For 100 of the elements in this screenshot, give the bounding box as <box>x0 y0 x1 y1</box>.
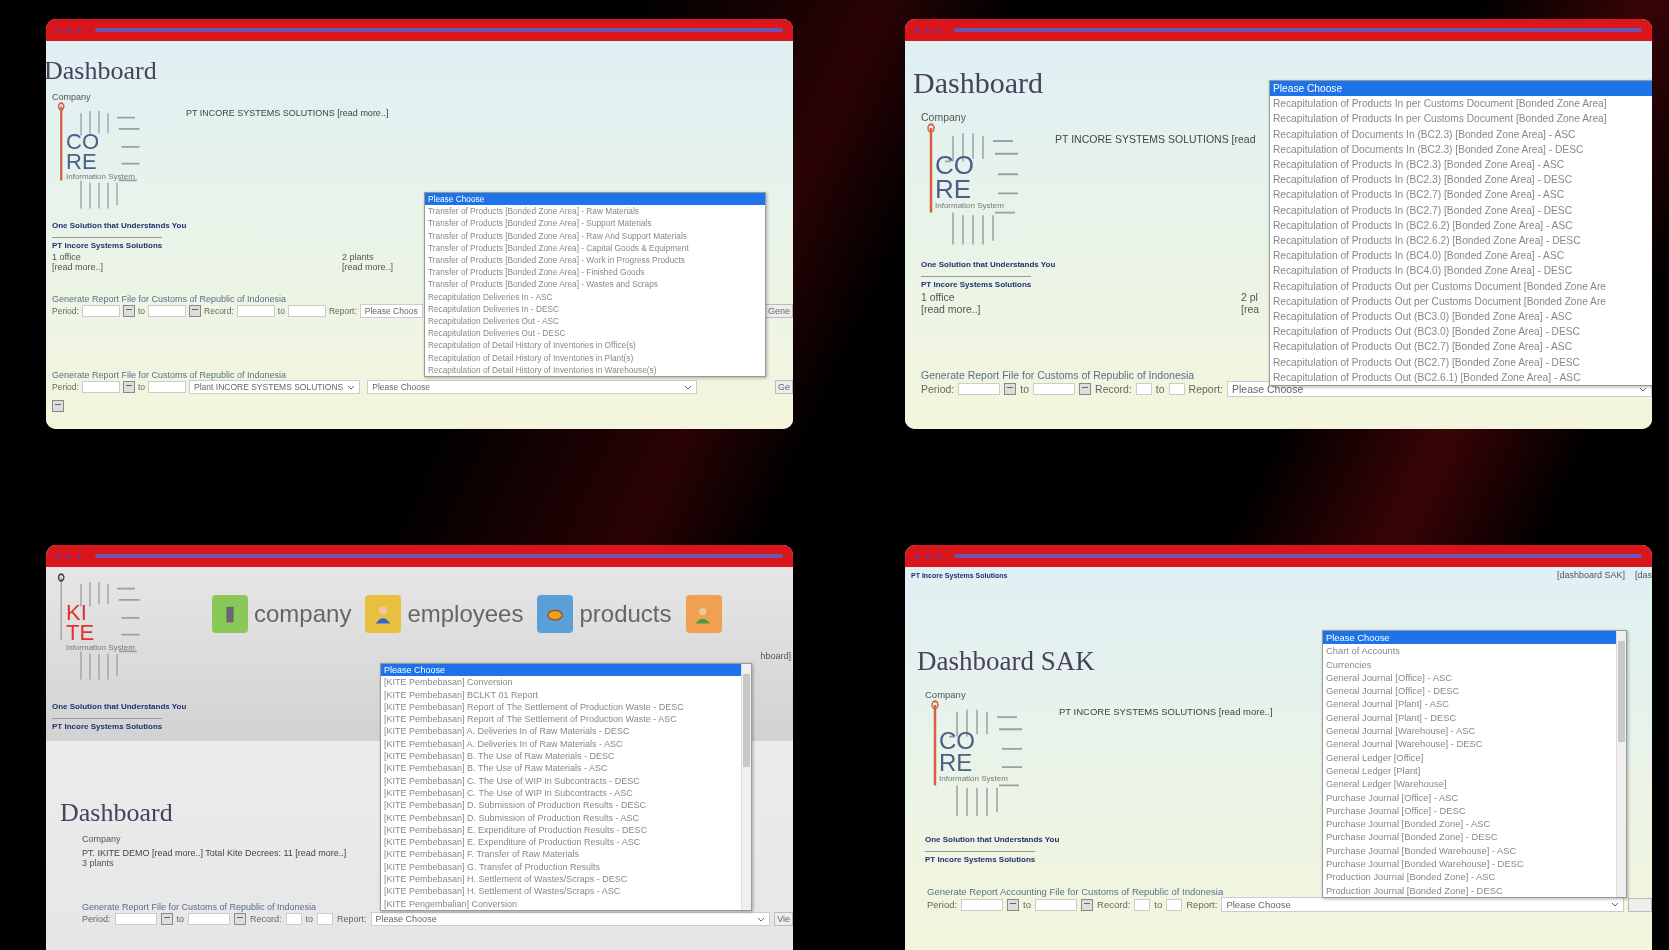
input-field[interactable] <box>188 913 231 926</box>
input-field[interactable] <box>148 381 187 394</box>
input-field[interactable] <box>1166 898 1183 911</box>
dropdown-option[interactable]: [KITE Pembebasan] Report of The Settlement of Production Waste - ASC <box>381 713 741 726</box>
input-field[interactable] <box>114 913 157 926</box>
dropdown-option[interactable]: Recapitulation of Products Out (BC3.0) [Bonded Zone Area] - DESC <box>1270 324 1652 340</box>
dropdown-option[interactable]: Recapitulation of Detail History of Inventories in Office(s) <box>425 339 765 352</box>
nav-item[interactable]: products <box>537 595 672 633</box>
dropdown-option[interactable]: Transfer of Products [Bonded Zone Area] - Raw Materials <box>425 205 765 218</box>
read-more-link[interactable]: [read more..] <box>52 262 104 273</box>
input-field[interactable] <box>81 381 120 394</box>
input-field[interactable] <box>1134 898 1151 911</box>
input-field[interactable] <box>287 305 326 318</box>
select-field[interactable]: Plant INCORE SYSTEMS SOLUTIONS <box>189 380 361 395</box>
input-field[interactable] <box>1035 898 1078 911</box>
dropdown-option[interactable]: Recapitulation Deliveries Out - DESC <box>425 327 765 340</box>
dropdown-option[interactable]: General Ledger [Office] <box>1323 750 1616 764</box>
dropdown-option[interactable]: [KITE Pembebasan] B. The Use of Raw Materials - ASC <box>381 762 741 775</box>
dropdown-option[interactable]: Recapitulation of Products In per Customs Document [Bonded Zone Area] <box>1270 96 1652 112</box>
dropdown-option[interactable]: [KITE Pembebasan] H. Settlement of Wastes/Scraps - ASC <box>381 885 741 898</box>
dropdown-option[interactable]: [KITE Pembebasan] D. Submission of Production Results - ASC <box>381 811 741 824</box>
dropdown-option[interactable]: Recapitulation of Detail History of Inventories in Warehouse(s) <box>425 363 765 377</box>
input-field[interactable] <box>148 305 187 318</box>
dropdown-option[interactable]: Currencies <box>1323 657 1616 671</box>
dropdown-option[interactable]: General Journal [Plant] - DESC <box>1323 710 1616 725</box>
select-field[interactable]: Please Choos <box>359 304 423 319</box>
calendar-icon[interactable] <box>122 305 135 318</box>
dropdown-option[interactable]: [KITE Pembebasan] C. The Use of WIP In Subcontracts - ASC <box>381 786 741 800</box>
dropdown-option[interactable]: [KITE Pembebasan] E. Expenditure of Production Results - ASC <box>381 836 741 849</box>
input-field[interactable] <box>285 913 302 926</box>
dropdown-option[interactable]: General Journal [Office] - ASC <box>1323 670 1616 685</box>
dropdown-option[interactable]: Recapitulation of Products In (BC2.6.2) [Bonded Zone Area] - ASC <box>1270 217 1652 234</box>
dropdown-option[interactable]: Recapitulation of Documents In (BC2.3) [Bonded Zone Area] - DESC <box>1270 141 1652 157</box>
generate-button[interactable]: Gene <box>764 304 793 319</box>
dropdown-option[interactable]: [KITE Pembebasan] F. Transfer of Raw Materials <box>381 848 741 861</box>
dropdown-option[interactable]: Recapitulation of Products Out per Customs Document [Bonded Zone Are <box>1270 278 1652 294</box>
dropdown-option[interactable]: Transfer of Products [Bonded Zone Area] - Capital Goods & Equipment <box>425 241 765 254</box>
calendar-icon[interactable] <box>234 913 247 926</box>
dropdown-option[interactable]: [KITE Pembebasan] A. Deliveries In of Raw Materials - ASC <box>381 737 741 751</box>
dropdown-option[interactable]: [KITE Pembebasan] G. Transfer of Production Results <box>381 860 741 874</box>
input-field[interactable] <box>236 305 275 318</box>
dropdown-option[interactable]: Production Journal [Bonded Zone] - ASC <box>1323 870 1616 884</box>
generate-button[interactable]: Ge <box>775 380 793 395</box>
read-more-link[interactable]: [rea <box>1241 303 1260 315</box>
generate-button[interactable] <box>1628 897 1652 912</box>
nav-item[interactable]: employees <box>365 595 524 633</box>
dropdown-option[interactable]: Recapitulation of Detail History of Inventories in Plant(s) <box>425 351 765 364</box>
calendar-icon[interactable] <box>1079 383 1092 395</box>
select-field[interactable]: Please Choose <box>1221 897 1624 913</box>
dropdown-option[interactable]: Recapitulation of Products In (BC4.0) [Bonded Zone Area] - ASC <box>1270 248 1652 264</box>
nav-item[interactable] <box>685 595 722 633</box>
dropdown-option[interactable]: Purchase Journal [Office] - DESC <box>1323 803 1616 818</box>
dropdown-option[interactable]: Recapitulation of Documents In (BC2.3) [Bonded Zone Area] - ASC <box>1270 126 1652 142</box>
select-field[interactable]: Please Choose <box>367 380 698 395</box>
dropdown-option[interactable]: [KITE Pembebasan] A. Deliveries In of Raw Materials - DESC <box>381 725 741 738</box>
dropdown-option[interactable]: Recapitulation of Products Out (BC2.7) [Bonded Zone Area] - ASC <box>1270 339 1652 355</box>
dropdown-option[interactable]: General Ledger [Plant] <box>1323 763 1616 778</box>
dropdown-option[interactable]: Production Journal [Bonded Zone] - DESC <box>1323 883 1616 897</box>
dropdown-option[interactable]: Recapitulation of Products Out per Customs Document [Bonded Zone Are <box>1270 293 1652 310</box>
dropdown-option[interactable]: General Journal [Plant] - ASC <box>1323 697 1616 711</box>
calendar-icon[interactable] <box>122 381 135 394</box>
dropdown-option[interactable]: Recapitulation of Products Out (BC3.0) [Bonded Zone Area] - ASC <box>1270 309 1652 325</box>
dropdown-option[interactable]: Purchase Journal [Bonded Warehouse] - DESC <box>1323 857 1616 871</box>
dropdown-option[interactable]: Purchase Journal [Bonded Zone] - ASC <box>1323 817 1616 831</box>
dropdown-option[interactable]: Recapitulation of Products In (BC2.7) [Bonded Zone Area] - ASC <box>1270 187 1652 203</box>
input-field[interactable] <box>1168 383 1185 395</box>
dashboard-link[interactable]: hboard] <box>760 651 791 661</box>
dashboard-link[interactable]: [das <box>1635 570 1652 580</box>
dropdown-option[interactable]: [KITE Pembebasan] Conversion <box>381 676 741 689</box>
input-field[interactable] <box>81 305 120 318</box>
dropdown-option[interactable]: [KITE Pembebasan] D. Submission of Production Results - DESC <box>381 799 741 812</box>
nav-item[interactable]: company <box>212 595 352 633</box>
calendar-icon[interactable] <box>160 913 173 926</box>
input-field[interactable] <box>958 383 1001 395</box>
input-field[interactable] <box>1033 383 1076 395</box>
dropdown-option[interactable]: [KITE Pembebasan] BCLKT 01 Report <box>381 688 741 701</box>
dropdown-option[interactable]: Recapitulation Deliveries In - ASC <box>425 290 765 303</box>
dropdown-option[interactable]: Purchase Journal [Bonded Warehouse] - ASC <box>1323 843 1616 858</box>
dropdown-option[interactable]: General Journal [Office] - DESC <box>1323 684 1616 698</box>
calendar-icon[interactable] <box>1081 898 1094 911</box>
dropdown-option[interactable]: Purchase Journal [Bonded Zone] - DESC <box>1323 830 1616 844</box>
input-field[interactable] <box>1135 383 1152 395</box>
dropdown-option[interactable]: General Journal [Warehouse] - DESC <box>1323 737 1616 751</box>
dropdown-option[interactable]: [KITE Pembebasan] Report of The Settlement of Production Waste - DESC <box>381 700 741 714</box>
scrollbar[interactable] <box>741 664 751 910</box>
dropdown-option[interactable]: Recapitulation of Products In per Customs Document [Bonded Zone Area] <box>1270 111 1652 127</box>
dropdown-option[interactable]: Transfer of Products [Bonded Zone Area] - Wastes and Scraps <box>425 278 765 291</box>
calendar-icon[interactable] <box>1004 383 1017 395</box>
dropdown-option[interactable]: [KITE Pembebasan] H. Settlement of Wastes/Scraps - DESC <box>381 873 741 886</box>
input-field[interactable] <box>961 898 1004 911</box>
dropdown-option[interactable]: Recapitulation Deliveries Out - ASC <box>425 315 765 328</box>
dropdown-option[interactable]: Recapitulation of Products In (BC2.7) [Bonded Zone Area] - DESC <box>1270 202 1652 218</box>
dropdown-option[interactable]: Transfer of Products [Bonded Zone Area] - Finished Goods <box>425 266 765 279</box>
dropdown-option[interactable]: Transfer of Products [Bonded Zone Area] - Raw And Support Materials <box>425 229 765 242</box>
dropdown-option[interactable]: [KITE Pembebasan] B. The Use of Raw Materials - DESC <box>381 750 741 763</box>
dropdown-option[interactable]: Transfer of Products [Bonded Zone Area] - Work in Progress Products <box>425 254 765 267</box>
scrollbar[interactable] <box>1616 631 1626 897</box>
dropdown-option[interactable]: Recapitulation of Products In (BC4.0) [Bonded Zone Area] - DESC <box>1270 263 1652 279</box>
read-more-link[interactable]: [read more..] <box>921 303 981 315</box>
generate-button[interactable]: Vie <box>774 912 793 927</box>
